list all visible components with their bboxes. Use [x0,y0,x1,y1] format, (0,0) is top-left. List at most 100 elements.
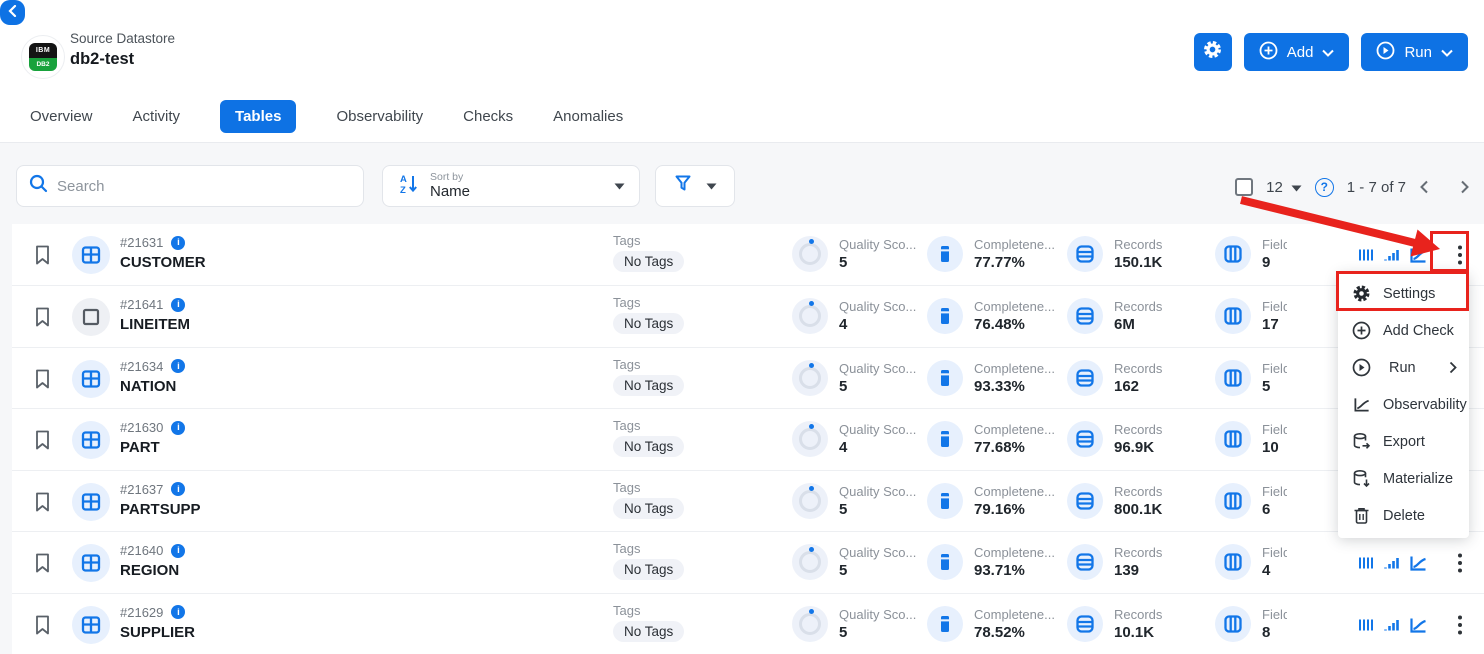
fields-icon [1215,421,1251,457]
no-tags-badge: No Tags [613,559,684,580]
profile-columns-icon[interactable] [1356,552,1376,574]
records-icon [1067,421,1103,457]
profile-columns-icon[interactable] [1356,244,1376,266]
row-actions [1356,614,1470,636]
caret-down-icon [706,177,717,195]
table-list: #21631 i CUSTOMER Tags No Tags Quality S… [12,224,1484,654]
page-size-dropdown[interactable]: 12 [1266,179,1302,196]
menu-item-add-check[interactable]: Add Check [1338,312,1469,349]
line-chart-icon[interactable] [1408,614,1428,636]
row-context-menu: Settings Add Check Run Observability Exp… [1338,273,1469,538]
search-box [16,165,364,207]
quality-score-value: 5 [839,563,916,579]
datastore-name: db2-test [70,50,134,69]
fields-value: 9 [1262,255,1287,271]
help-icon[interactable]: ? [1315,178,1334,197]
bar-chart-icon[interactable] [1382,552,1402,574]
table-name[interactable]: NATION [120,378,185,395]
completeness-label: Completene... [974,607,1055,623]
plus-circle-icon [1352,321,1371,340]
logo-ibm-text: IBM [29,43,57,58]
quality-score-ring [792,483,828,519]
line-chart-icon[interactable] [1408,244,1428,266]
tab-overview[interactable]: Overview [30,108,93,125]
records-icon [1067,360,1103,396]
profile-columns-icon[interactable] [1356,614,1376,636]
plus-circle-icon [1259,41,1278,64]
tab-anomalies[interactable]: Anomalies [553,108,623,125]
table-id: #21641 [120,297,163,312]
records-icon [1067,544,1103,580]
settings-button[interactable] [1194,33,1232,71]
info-icon[interactable]: i [171,605,185,619]
quality-score-value: 5 [839,502,916,518]
bookmark-icon[interactable] [35,369,50,394]
filter-dropdown[interactable] [655,165,735,207]
fields-value: 4 [1262,563,1287,579]
bookmark-icon[interactable] [35,245,50,270]
bookmark-icon[interactable] [35,553,50,578]
bookmark-icon[interactable] [35,307,50,332]
completeness-value: 93.33% [974,379,1055,395]
table-row: #21631 i CUSTOMER Tags No Tags Quality S… [12,224,1484,285]
table-name[interactable]: SUPPLIER [120,624,195,641]
prev-page-button[interactable] [1419,180,1429,194]
records-value: 150.1K [1114,255,1162,271]
menu-item-materialize[interactable]: Materialize [1338,460,1469,497]
more-menu-icon[interactable] [1450,244,1470,266]
table-name[interactable]: LINEITEM [120,316,190,333]
bar-chart-icon[interactable] [1382,614,1402,636]
row-actions [1356,244,1470,266]
info-icon[interactable]: i [171,359,185,373]
more-menu-icon[interactable] [1450,552,1470,574]
fields-icon [1215,236,1251,272]
completeness-icon [927,483,963,519]
no-tags-badge: No Tags [613,498,684,519]
menu-item-delete[interactable]: Delete [1338,497,1469,534]
more-menu-icon[interactable] [1450,614,1470,636]
no-tags-badge: No Tags [613,375,684,396]
info-icon[interactable]: i [171,236,185,250]
tab-observability[interactable]: Observability [336,108,423,125]
fields-icon [1215,606,1251,642]
add-button[interactable]: Add [1244,33,1350,71]
records-value: 10.1K [1114,625,1162,641]
quality-score-value: 5 [839,625,916,641]
table-name[interactable]: PARTSUPP [120,501,201,518]
sort-az-icon: AZ [397,172,419,201]
table-name[interactable]: REGION [120,562,185,579]
fields-value: 17 [1262,317,1287,333]
tab-tables[interactable]: Tables [220,100,296,133]
quality-score-label: Quality Sco... [839,361,916,377]
fields-icon [1215,360,1251,396]
info-icon[interactable]: i [171,298,185,312]
no-tags-badge: No Tags [613,436,684,457]
menu-item-observability[interactable]: Observability [1338,386,1469,423]
line-chart-icon[interactable] [1408,552,1428,574]
tags-label: Tags [613,418,684,433]
menu-item-export[interactable]: Export [1338,423,1469,460]
menu-item-settings[interactable]: Settings [1338,275,1469,312]
row-actions [1356,552,1470,574]
search-input[interactable] [57,178,351,195]
fields-value: 5 [1262,379,1287,395]
run-button[interactable]: Run [1361,33,1468,71]
menu-item-run[interactable]: Run [1338,349,1469,386]
bookmark-icon[interactable] [35,615,50,640]
bookmark-icon[interactable] [35,492,50,517]
tab-checks[interactable]: Checks [463,108,513,125]
table-name[interactable]: PART [120,439,185,456]
next-page-button[interactable] [1460,180,1470,194]
bar-chart-icon[interactable] [1382,244,1402,266]
select-all-checkbox[interactable] [1235,178,1253,196]
fields-label: Fields [1262,361,1287,377]
table-name[interactable]: CUSTOMER [120,254,206,271]
info-icon[interactable]: i [171,421,185,435]
info-icon[interactable]: i [171,482,185,496]
sort-dropdown[interactable]: AZ Sort by Name [382,165,640,207]
tags-label: Tags [613,480,684,495]
bookmark-icon[interactable] [35,430,50,455]
back-button[interactable] [0,0,25,25]
tab-activity[interactable]: Activity [133,108,181,125]
info-icon[interactable]: i [171,544,185,558]
